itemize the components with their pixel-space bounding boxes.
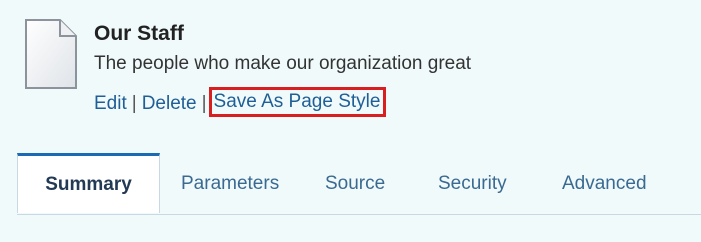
tab-summary[interactable]: Summary [17,153,160,213]
tab-parameters[interactable]: Parameters [181,153,279,215]
page-actions: Edit | Delete | Save As Page Style [94,87,387,117]
highlight-box: Save As Page Style [208,87,387,117]
separator: | [131,93,137,114]
edit-link[interactable]: Edit [94,93,127,115]
tab-advanced[interactable]: Advanced [562,153,647,215]
delete-link[interactable]: Delete [142,93,197,115]
tab-security[interactable]: Security [438,153,507,215]
page-document-icon [25,19,77,89]
save-as-page-style-link[interactable]: Save As Page Style [214,91,381,112]
page-description: The people who make our organization gre… [94,53,472,74]
separator: | [201,93,207,114]
tab-source[interactable]: Source [325,153,385,215]
page-title: Our Staff [94,22,184,45]
tab-bar: Summary Parameters Source Security Advan… [17,153,701,215]
